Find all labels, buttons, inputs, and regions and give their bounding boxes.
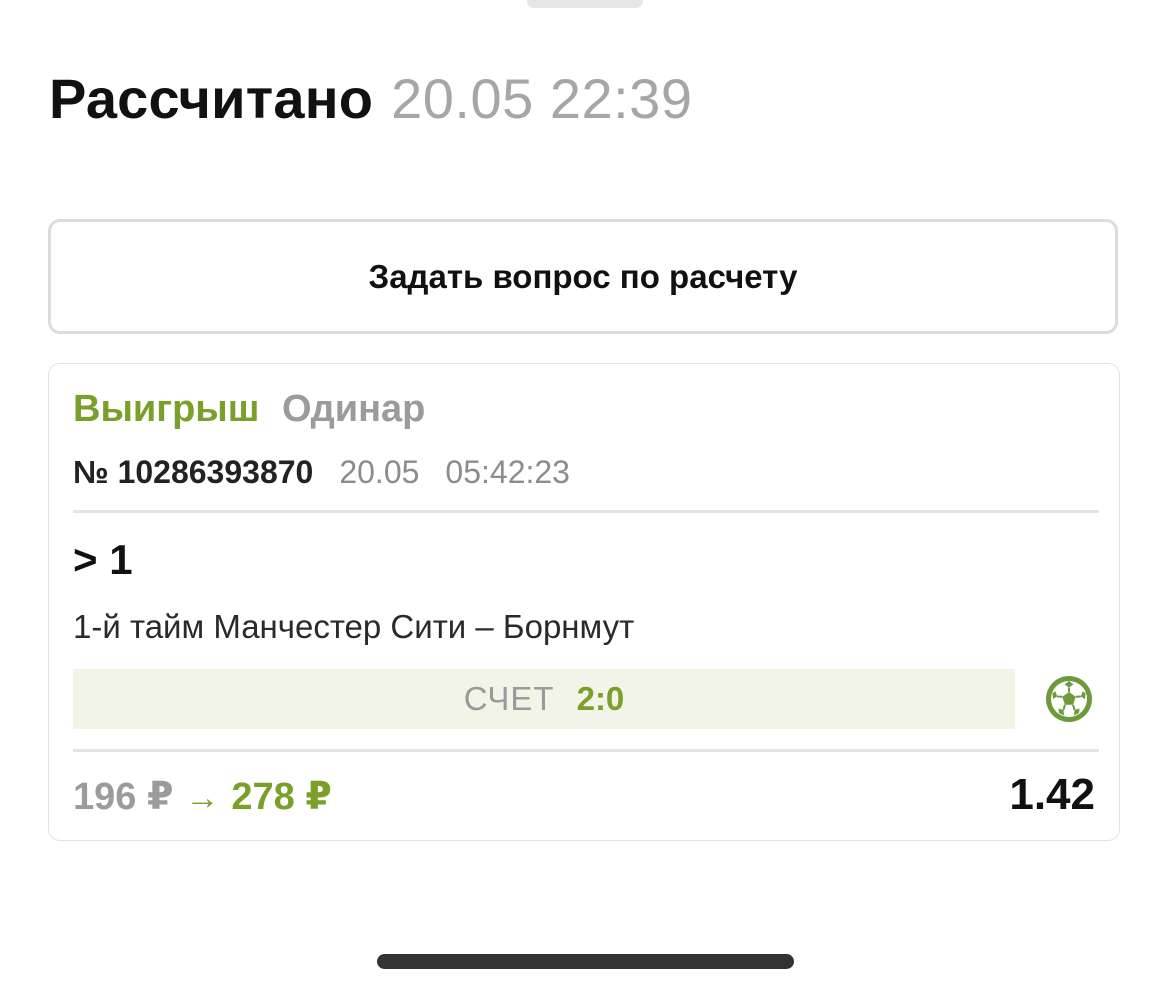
bet-date: 20.05 — [339, 454, 420, 490]
divider — [73, 749, 1099, 752]
settled-datetime: 20.05 22:39 — [391, 67, 693, 130]
payout-amount: 278 ₽ — [231, 776, 332, 818]
bet-card: Выигрыш Одинар № 10286393870 20.05 05:42… — [48, 363, 1120, 841]
bet-outcome: > 1 — [73, 536, 133, 583]
event-name[interactable]: 1-й тайм Манчестер Сити – Борнмут — [73, 608, 634, 646]
score-label: СЧЕТ — [463, 680, 555, 717]
sheet-grabber[interactable] — [527, 0, 643, 8]
page-title: Рассчитано — [49, 67, 374, 130]
divider — [73, 510, 1099, 513]
bet-coefficient: 1.42 — [1009, 770, 1095, 819]
bet-status: Выигрыш — [73, 388, 260, 430]
stake-amount: 196 ₽ — [73, 776, 174, 818]
bet-details-sheet: Рассчитано 20.05 22:39 Задать вопрос по … — [0, 0, 1170, 993]
bet-amounts: 196 ₽ → 278 ₽ — [73, 774, 332, 819]
ask-question-button[interactable]: Задать вопрос по расчету — [48, 219, 1118, 334]
bet-number: № 10286393870 — [73, 454, 314, 490]
football-icon — [1046, 676, 1092, 722]
bet-status-row: Выигрыш Одинар — [73, 388, 425, 431]
page-header: Рассчитано 20.05 22:39 — [49, 66, 692, 131]
bet-time: 05:42:23 — [445, 454, 570, 490]
score-value: 2:0 — [576, 680, 625, 717]
bet-meta-row: № 10286393870 20.05 05:42:23 — [73, 454, 570, 491]
home-indicator[interactable] — [377, 954, 794, 969]
score-bar: СЧЕТ 2:0 — [73, 669, 1015, 729]
arrow-right-icon: → — [185, 779, 220, 817]
bet-type: Одинар — [281, 388, 426, 430]
